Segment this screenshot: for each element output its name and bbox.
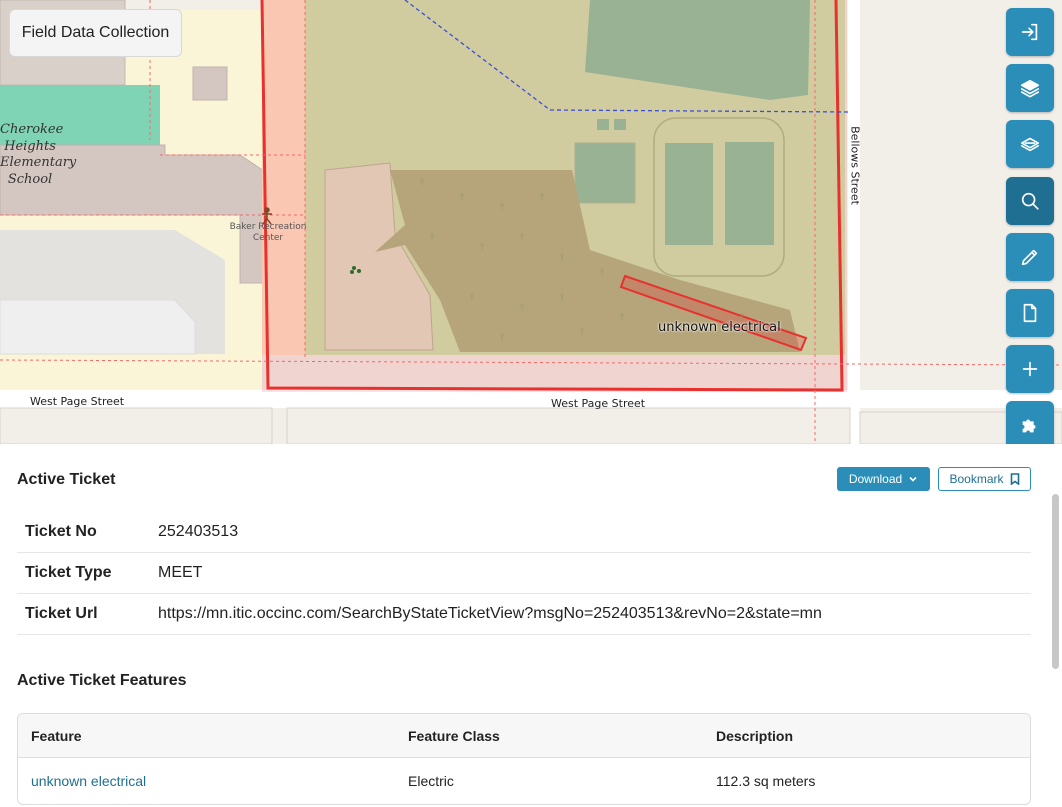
svg-text:⫯: ⫯ bbox=[519, 232, 524, 243]
document-button[interactable] bbox=[1006, 288, 1054, 337]
feature-link[interactable]: unknown electrical bbox=[31, 773, 146, 789]
svg-text:⫯: ⫯ bbox=[679, 297, 684, 308]
svg-text:⫯: ⫯ bbox=[579, 327, 584, 338]
add-button[interactable] bbox=[1006, 345, 1054, 394]
layers-outline-button[interactable] bbox=[1006, 120, 1054, 169]
ticket-info-row: Ticket Type MEET bbox=[17, 553, 1031, 594]
document-icon bbox=[1023, 303, 1037, 323]
map-view[interactable]: ⫯ ⫯ ⫯ ⫯ ⫯ ⫯ ⫯ ⫯ ⫯ ⫯ ⫯ ⫯ ⫯ ⫯ ⫯ ⫯ ⫯ Field Data Collec… bbox=[0, 0, 1062, 444]
svg-text:⫯: ⫯ bbox=[519, 302, 524, 313]
ticket-info-value: 252403513 bbox=[158, 523, 239, 540]
tools-button[interactable] bbox=[1006, 401, 1054, 444]
bookmark-icon bbox=[1010, 473, 1019, 485]
column-header-feature[interactable]: Feature bbox=[18, 728, 396, 744]
search-button[interactable] bbox=[1006, 176, 1054, 225]
map-label-school: Cherokee Heights Elementary School bbox=[0, 122, 77, 187]
ticket-info-key: Ticket No bbox=[25, 523, 97, 540]
svg-text:⫯: ⫯ bbox=[499, 202, 504, 213]
svg-text:⫯: ⫯ bbox=[499, 332, 504, 343]
app-title: Field Data Collection bbox=[9, 9, 182, 57]
logout-button[interactable] bbox=[1006, 8, 1054, 56]
map-label-street-west-page: West Page Street bbox=[551, 397, 646, 410]
ticket-info-row: Ticket Url https://mn.itic.occinc.com/Se… bbox=[17, 594, 1031, 635]
feature-class-cell: Electric bbox=[408, 773, 454, 789]
column-header-feature-class[interactable]: Feature Class bbox=[396, 728, 704, 744]
map-label-street-west-page: West Page Street bbox=[30, 395, 125, 408]
features-table-header: Feature Feature Class Description bbox=[18, 714, 1030, 758]
pencil-icon bbox=[1021, 249, 1038, 265]
basemap: ⫯⫯⫯ ⫯⫯⫯ ⫯⫯⫯ ⫯⫯⫯ ⫯⫯⫯ ⫯ ⫯ bbox=[0, 0, 1062, 444]
download-button-label: Download bbox=[848, 472, 903, 486]
active-ticket-title: Active Ticket bbox=[17, 471, 116, 488]
map-toolbar bbox=[1006, 8, 1054, 444]
column-header-description[interactable]: Description bbox=[704, 728, 1030, 744]
puzzle-icon bbox=[1022, 419, 1036, 433]
ticket-info-row: Ticket No 252403513 bbox=[17, 512, 1031, 553]
logout-icon bbox=[1021, 23, 1038, 41]
svg-text:⫯: ⫯ bbox=[419, 177, 424, 188]
bookmark-button-label: Bookmark bbox=[949, 472, 1004, 486]
svg-text:⫯: ⫯ bbox=[619, 312, 624, 323]
ticket-info-key: Ticket Type bbox=[25, 564, 112, 581]
table-row[interactable]: unknown electrical Electric 112.3 sq met… bbox=[18, 758, 1030, 804]
ticket-info-value: MEET bbox=[158, 564, 203, 581]
search-icon bbox=[1021, 192, 1039, 210]
svg-text:⫯: ⫯ bbox=[599, 267, 604, 278]
ticket-info-table: Ticket No 252403513 Ticket Type MEET Tic… bbox=[17, 512, 1031, 635]
ticket-info-key: Ticket Url bbox=[25, 605, 98, 622]
chevron-down-icon bbox=[909, 476, 917, 482]
svg-text:⫯: ⫯ bbox=[539, 192, 544, 203]
ticket-panel: Active Ticket Download Bookmark Ticket N… bbox=[0, 444, 1062, 807]
svg-text:⫯: ⫯ bbox=[429, 232, 434, 243]
layers-button[interactable] bbox=[1006, 64, 1054, 113]
svg-text:⫯: ⫯ bbox=[559, 252, 564, 263]
features-table: Feature Feature Class Description unknow… bbox=[17, 713, 1031, 805]
svg-text:⫯: ⫯ bbox=[479, 242, 484, 253]
edit-button[interactable] bbox=[1006, 232, 1054, 281]
layers-icon bbox=[1020, 80, 1040, 98]
ticket-url-value[interactable]: https://mn.itic.occinc.com/SearchByState… bbox=[158, 605, 822, 623]
svg-text:⫯: ⫯ bbox=[469, 292, 474, 303]
bookmark-button[interactable]: Bookmark bbox=[938, 467, 1031, 491]
svg-text:⫯: ⫯ bbox=[459, 192, 464, 203]
panel-scrollbar[interactable] bbox=[1052, 494, 1059, 669]
map-label-baker: Baker Recreation Center bbox=[229, 222, 307, 243]
description-cell: 112.3 sq meters bbox=[716, 773, 816, 789]
layers-outline-icon bbox=[1020, 138, 1040, 152]
download-button[interactable]: Download bbox=[837, 467, 930, 491]
svg-text:⫯: ⫯ bbox=[559, 292, 564, 303]
map-label-street-bellows: Bellows Street bbox=[848, 126, 862, 205]
active-ticket-features-title: Active Ticket Features bbox=[17, 672, 187, 689]
map-feature-label[interactable]: unknown electrical bbox=[658, 320, 781, 335]
plus-icon bbox=[1022, 361, 1038, 377]
